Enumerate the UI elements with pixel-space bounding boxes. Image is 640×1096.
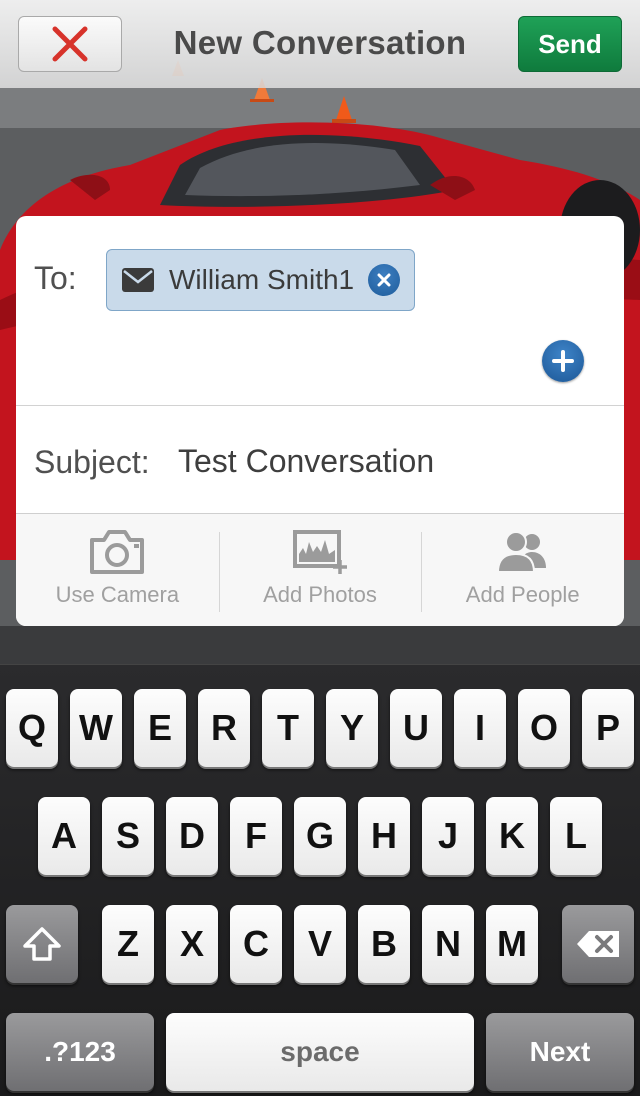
subject-field: Subject: (16, 406, 624, 514)
next-key[interactable]: Next (486, 1013, 634, 1091)
recipient-name: William Smith1 (169, 264, 355, 295)
key-c[interactable]: C (230, 905, 282, 983)
key-u[interactable]: U (390, 689, 442, 767)
add-photos-button[interactable]: Add Photos (218, 514, 422, 626)
shift-key[interactable] (6, 905, 78, 983)
key-a[interactable]: A (38, 797, 90, 875)
key-n[interactable]: N (422, 905, 474, 983)
add-photos-icon (293, 530, 347, 574)
use-camera-button[interactable]: Use Camera (16, 514, 219, 626)
numbers-key[interactable]: .?123 (6, 1013, 154, 1091)
send-button[interactable]: Send (518, 16, 622, 72)
camera-icon (90, 530, 145, 574)
key-f[interactable]: F (230, 797, 282, 875)
key-j[interactable]: J (422, 797, 474, 875)
navigation-bar: New Conversation Send (0, 0, 640, 88)
to-label: To: (34, 260, 77, 296)
key-s[interactable]: S (102, 797, 154, 875)
use-camera-label: Use Camera (55, 582, 180, 607)
backspace-icon (577, 931, 619, 957)
key-e[interactable]: E (134, 689, 186, 767)
remove-circle-icon (377, 273, 391, 287)
key-d[interactable]: D (166, 797, 218, 875)
key-h[interactable]: H (358, 797, 410, 875)
key-v[interactable]: V (294, 905, 346, 983)
key-b[interactable]: B (358, 905, 410, 983)
add-people-label: Add People (465, 582, 580, 607)
key-t[interactable]: T (262, 689, 314, 767)
add-photos-label: Add Photos (263, 582, 377, 607)
add-people-button[interactable]: Add People (421, 514, 624, 626)
people-icon (496, 531, 546, 573)
space-key[interactable]: space (166, 1013, 474, 1091)
attachment-actions: Use Camera Add Photos Add People (16, 514, 624, 626)
key-m[interactable]: M (486, 905, 538, 983)
key-y[interactable]: Y (326, 689, 378, 767)
key-w[interactable]: W (70, 689, 122, 767)
keyboard: Q W E R T Y U I O P A S D F G H J K L Z … (0, 664, 640, 1096)
backspace-key[interactable] (562, 905, 634, 983)
shift-arrow-icon (23, 927, 61, 961)
subject-label: Subject: (34, 444, 150, 480)
add-circle-icon (552, 350, 574, 372)
key-i[interactable]: I (454, 689, 506, 767)
key-g[interactable]: G (294, 797, 346, 875)
remove-recipient-button[interactable] (368, 264, 401, 296)
key-z[interactable]: Z (102, 905, 154, 983)
envelope-icon (122, 268, 154, 292)
key-x[interactable]: X (166, 905, 218, 983)
key-o[interactable]: O (518, 689, 570, 767)
to-field[interactable]: To: William Smith1 (16, 216, 624, 406)
key-k[interactable]: K (486, 797, 538, 875)
subject-input[interactable] (178, 436, 598, 486)
compose-card: To: William Smith1 Subject: Test Convers… (16, 216, 624, 626)
key-p[interactable]: P (582, 689, 634, 767)
key-r[interactable]: R (198, 689, 250, 767)
add-recipient-button[interactable] (542, 340, 584, 382)
key-q[interactable]: Q (6, 689, 58, 767)
recipient-chip[interactable]: William Smith1 (106, 249, 416, 311)
key-l[interactable]: L (550, 797, 602, 875)
